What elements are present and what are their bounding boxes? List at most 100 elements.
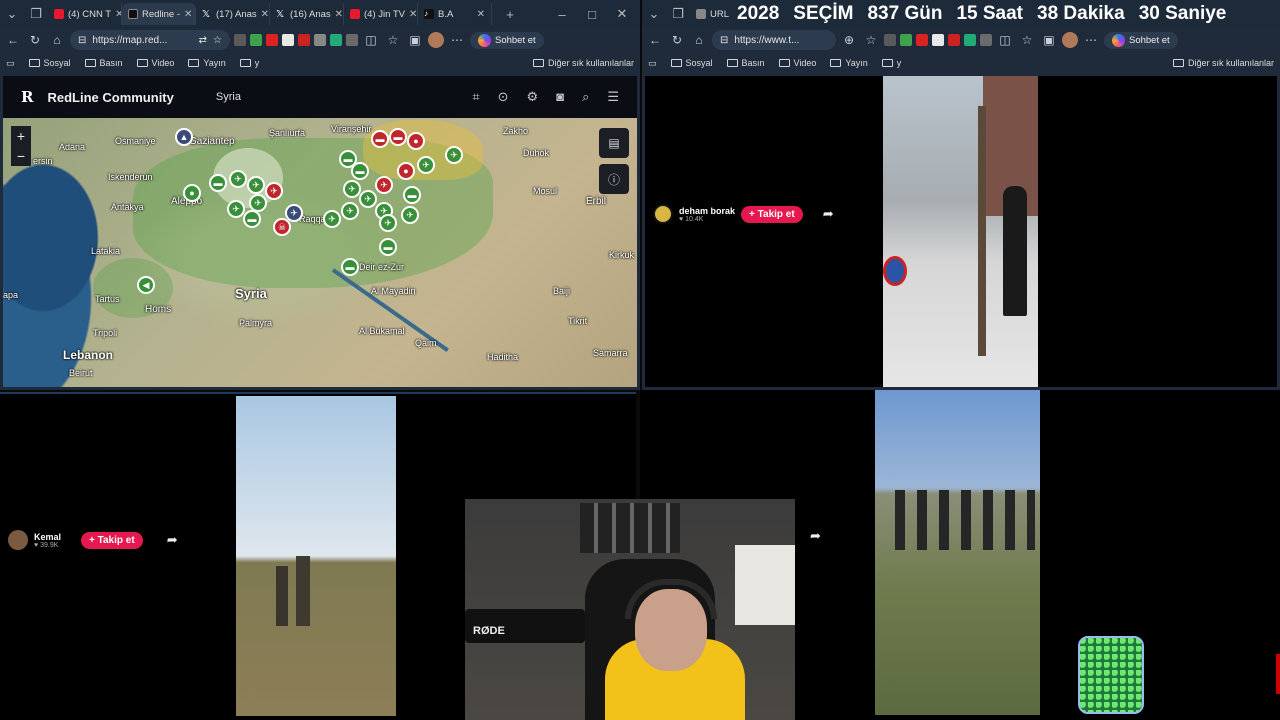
split-screen-icon[interactable]: ◫ — [362, 31, 380, 49]
bookmark-yayin[interactable]: Yayın — [830, 58, 868, 68]
syria-map[interactable]: Adana Osmaniye Gaziantep Şanlıurfa Viran… — [3, 118, 637, 387]
sidebar-toggle-icon[interactable]: ▭ — [648, 58, 657, 69]
maximize-icon[interactable]: □ — [580, 7, 604, 22]
close-tab-icon[interactable]: ✕ — [184, 9, 192, 20]
tag-icon[interactable]: ⌗ — [472, 89, 479, 105]
truck-marker[interactable]: ▬ — [209, 174, 227, 192]
extension-icon[interactable] — [980, 34, 992, 46]
air-marker[interactable]: ▲ — [175, 128, 193, 146]
tab-url[interactable]: URL — [690, 3, 740, 25]
close-tab-icon[interactable]: ✕ — [335, 9, 343, 20]
tab-tiktok[interactable]: ♪ B.A ✕ — [418, 3, 492, 25]
truck-marker[interactable]: ▬ — [243, 210, 261, 228]
tab-x-2[interactable]: 𝕏 (16) Anas ✕ — [270, 3, 344, 25]
extension-icon[interactable] — [948, 34, 960, 46]
more-icon[interactable]: ⋯ — [448, 31, 466, 49]
extension-icon[interactable] — [964, 34, 976, 46]
extension-icon[interactable] — [916, 34, 928, 46]
people-marker-red[interactable]: ● — [407, 132, 425, 150]
field-video[interactable] — [236, 396, 396, 716]
share-arrow-icon[interactable]: ➦ — [167, 532, 178, 548]
military-marker[interactable]: ✈ — [229, 170, 247, 188]
favorite-icon[interactable]: ☆ — [862, 31, 880, 49]
home-icon[interactable]: ⌂ — [48, 31, 66, 49]
copilot-chat-button[interactable]: Sohbet et — [470, 31, 544, 49]
more-icon[interactable]: ⋯ — [1082, 31, 1100, 49]
bookmark-sosyal[interactable]: Sosyal — [28, 58, 71, 68]
street-video[interactable] — [883, 76, 1038, 387]
menu-icon[interactable]: ☰ — [607, 89, 619, 105]
military-marker[interactable]: ✈ — [343, 180, 361, 198]
map-layers-button[interactable]: ▤ — [599, 128, 629, 158]
bookmark-basin[interactable]: Basın — [726, 58, 765, 68]
workspaces-icon[interactable]: ❐ — [24, 6, 48, 22]
bookmark-yayin[interactable]: Yayın — [188, 58, 226, 68]
extension-icon[interactable] — [250, 34, 262, 46]
extension-icon[interactable] — [314, 34, 326, 46]
extension-icon[interactable] — [330, 34, 342, 46]
people-marker[interactable]: ● — [183, 184, 201, 202]
extension-icon[interactable] — [900, 34, 912, 46]
creator-avatar[interactable] — [653, 204, 673, 224]
tab-list-icon[interactable]: ⌄ — [642, 6, 666, 22]
bookmark-sosyal[interactable]: Sosyal — [670, 58, 713, 68]
bookmark-y[interactable]: y — [239, 58, 259, 68]
military-marker[interactable]: ✈ — [323, 210, 341, 228]
other-bookmarks[interactable]: Diğer sık kullanılanlar — [532, 58, 634, 68]
url-field[interactable]: ⊟ https://www.t... — [712, 30, 836, 50]
military-marker[interactable]: ✈ — [445, 146, 463, 164]
translate-icon[interactable]: ⇄ — [199, 35, 207, 46]
military-marker[interactable]: ✈ — [379, 214, 397, 232]
bookmark-video[interactable]: Video — [136, 58, 174, 68]
zoom-icon[interactable]: ⊕ — [840, 31, 858, 49]
military-marker[interactable]: ✈ — [359, 190, 377, 208]
redline-logo[interactable]: R — [21, 88, 33, 106]
military-marker[interactable]: ✈ — [341, 202, 359, 220]
tab-list-icon[interactable]: ⌄ — [0, 6, 24, 22]
military-marker[interactable]: ✈ — [247, 176, 265, 194]
tab-x-1[interactable]: 𝕏 (17) Anas ✕ — [196, 3, 270, 25]
url-field[interactable]: ⊟ https://map.red... ⇄ ☆ — [70, 30, 230, 50]
megaphone-marker[interactable]: ◀ — [137, 276, 155, 294]
search-icon[interactable]: ⌕ — [582, 89, 589, 105]
country-selector[interactable]: Syria — [216, 91, 241, 103]
info-button[interactable]: ⓘ — [599, 164, 629, 194]
military-marker[interactable]: ✈ — [417, 156, 435, 174]
follow-button[interactable]: + Takip et — [81, 531, 143, 549]
bookmark-video[interactable]: Video — [778, 58, 816, 68]
share-arrow-icon[interactable]: ➦ — [810, 528, 821, 544]
back-icon[interactable]: ← — [646, 31, 664, 49]
profile-avatar[interactable] — [1062, 32, 1078, 48]
extension-icon[interactable] — [282, 34, 294, 46]
refresh-icon[interactable]: ↻ — [668, 31, 686, 49]
home-icon[interactable]: ⌂ — [690, 31, 708, 49]
truck-marker[interactable]: ▬ — [351, 162, 369, 180]
split-screen-icon[interactable]: ◫ — [996, 31, 1014, 49]
new-tab-icon[interactable]: + — [498, 7, 522, 22]
tab-cnn[interactable]: (4) CNN T✕ — [48, 3, 122, 25]
close-tab-icon[interactable]: ✕ — [409, 9, 417, 20]
zoom-out-button[interactable]: − — [11, 146, 31, 166]
extension-icon[interactable] — [884, 34, 896, 46]
redline-title[interactable]: RedLine Community — [47, 90, 173, 105]
military-marker-red[interactable]: ✈ — [375, 176, 393, 194]
workspaces-icon[interactable]: ❐ — [666, 6, 690, 22]
creator-name[interactable]: deham borak — [679, 206, 735, 216]
crowd-video[interactable] — [875, 390, 1040, 715]
close-tab-icon[interactable]: ✕ — [261, 9, 269, 20]
close-tab-icon[interactable]: ✕ — [115, 9, 121, 20]
extension-icon[interactable] — [346, 34, 358, 46]
sidebar-toggle-icon[interactable]: ▭ — [6, 58, 15, 69]
close-tab-icon[interactable]: ✕ — [477, 9, 485, 20]
extension-icon[interactable] — [298, 34, 310, 46]
location-pin-icon[interactable]: ⊙ — [498, 89, 509, 105]
camera-icon[interactable]: ◙ — [556, 89, 564, 105]
skull-marker-red[interactable]: ☠ — [273, 218, 291, 236]
close-window-icon[interactable]: ✕ — [610, 6, 634, 22]
military-marker-red[interactable]: ✈ — [265, 182, 283, 200]
zoom-in-button[interactable]: + — [11, 126, 31, 146]
truck-marker[interactable]: ▬ — [403, 186, 421, 204]
truck-marker[interactable]: ▬ — [341, 258, 359, 276]
people-marker-red[interactable]: ● — [397, 162, 415, 180]
back-icon[interactable]: ← — [4, 31, 22, 49]
